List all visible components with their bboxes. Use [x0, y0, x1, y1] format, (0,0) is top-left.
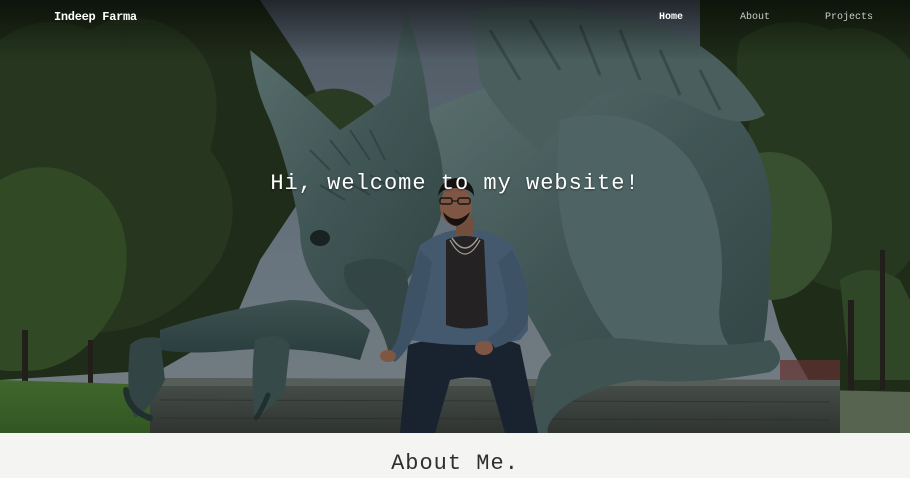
hero-title: Hi, welcome to my website!	[270, 171, 640, 196]
nav-link-projects[interactable]: Projects	[825, 12, 873, 23]
nav-link-home[interactable]: Home	[659, 12, 683, 23]
nav-link-about[interactable]: About	[740, 12, 770, 23]
page: Indeep Farma Home About Projects Hi, wel…	[0, 0, 910, 478]
hero-background-photo	[0, 0, 910, 433]
about-heading: About Me.	[391, 451, 519, 476]
hero-section: Indeep Farma Home About Projects Hi, wel…	[0, 0, 910, 433]
nav-links: Home About Projects	[0, 12, 910, 28]
about-section: About Me.	[0, 433, 910, 478]
navbar: Indeep Farma Home About Projects	[0, 0, 910, 36]
